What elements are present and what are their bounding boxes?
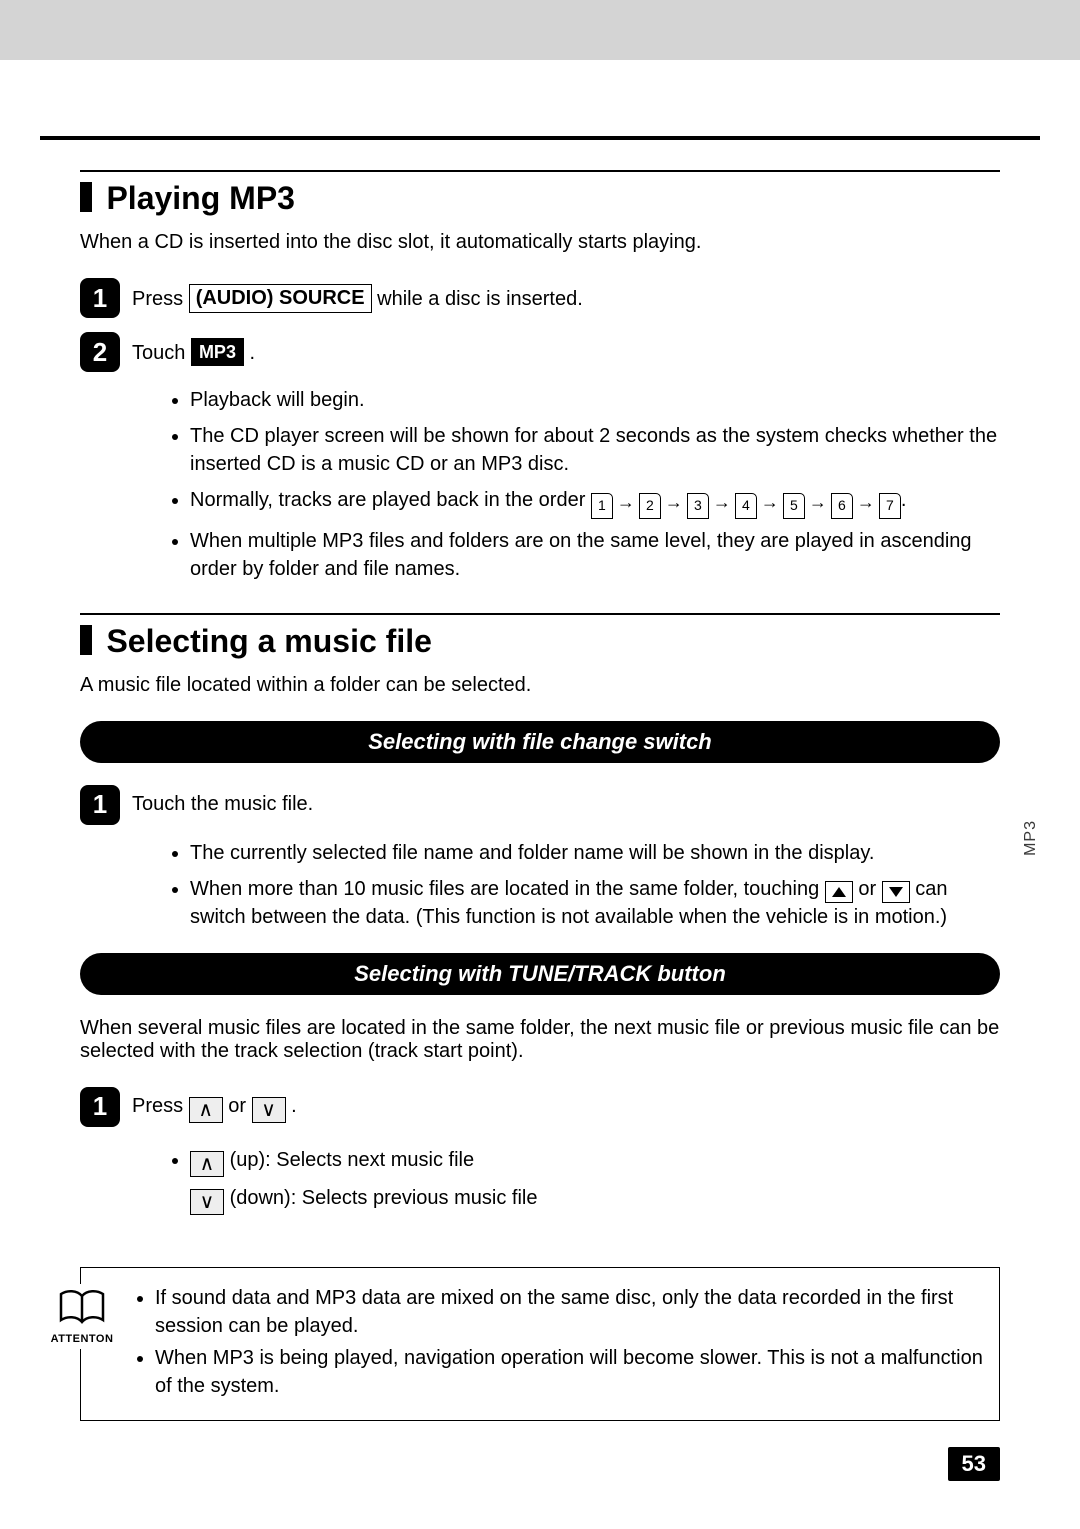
step-2-prefix: Touch bbox=[132, 342, 191, 364]
title-bar-icon bbox=[80, 182, 92, 212]
step-press-tune-body: Press ∧ or ∨ . bbox=[132, 1087, 297, 1124]
step-number-badge: 1 bbox=[80, 1087, 120, 1127]
attention-label: ATTENTON bbox=[47, 1333, 117, 1345]
up-triangle-icon bbox=[825, 881, 853, 903]
page-content: Playing MP3 When a CD is inserted into t… bbox=[0, 170, 1080, 1461]
title-bar-icon bbox=[80, 625, 92, 655]
press-suffix: . bbox=[291, 1095, 297, 1117]
tune-up-item: ∧ (up): Selects next music file bbox=[190, 1141, 1000, 1179]
step-1-prefix: Press bbox=[132, 288, 189, 310]
tune-down-item: ∨ (down): Selects previous music file bbox=[190, 1179, 1000, 1217]
section-1-title: Playing MP3 bbox=[106, 180, 295, 217]
bullet-switch-b: or bbox=[858, 878, 881, 900]
track-box-icon: 5 bbox=[783, 493, 805, 519]
press-prefix: Press bbox=[132, 1095, 189, 1117]
tune-down-text: (down): Selects previous music file bbox=[230, 1187, 538, 1209]
step-2: 2 Touch MP3 . bbox=[80, 332, 1000, 372]
bullet-switch: When more than 10 music files are locate… bbox=[190, 875, 1000, 931]
bullet-item: When multiple MP3 files and folders are … bbox=[190, 527, 1000, 583]
subsection-pill-1: Selecting with file change switch bbox=[80, 721, 1000, 763]
step-1-body: Press (AUDIO) SOURCE while a disc is ins… bbox=[132, 278, 583, 313]
tune-up-icon: ∧ bbox=[190, 1151, 224, 1177]
bullet-switch-a: When more than 10 music files are locate… bbox=[190, 878, 825, 900]
header-gray-bar bbox=[0, 0, 1080, 60]
attention-item: When MP3 is being played, navigation ope… bbox=[155, 1344, 983, 1400]
attention-content: If sound data and MP3 data are mixed on … bbox=[137, 1284, 983, 1404]
arrow-icon: → bbox=[809, 490, 827, 515]
step-number-badge: 2 bbox=[80, 332, 120, 372]
step-1: 1 Press (AUDIO) SOURCE while a disc is i… bbox=[80, 278, 1000, 318]
attention-box: ATTENTON If sound data and MP3 data are … bbox=[80, 1267, 1000, 1421]
page-number: 53 bbox=[948, 1447, 1000, 1481]
section-2-title-row: Selecting a music file bbox=[80, 623, 1000, 660]
step-1-suffix: while a disc is inserted. bbox=[377, 288, 583, 310]
down-triangle-icon bbox=[882, 881, 910, 903]
section-2-title: Selecting a music file bbox=[106, 623, 431, 660]
track-box-icon: 3 bbox=[687, 493, 709, 519]
step-number-badge: 1 bbox=[80, 278, 120, 318]
section-rule bbox=[80, 170, 1000, 172]
attention-icon-block: ATTENTON bbox=[47, 1284, 117, 1349]
header-rule bbox=[40, 136, 1040, 140]
audio-source-button: (AUDIO) SOURCE bbox=[189, 284, 372, 313]
tune-down-icon: ∨ bbox=[190, 1189, 224, 1215]
step-press-tune: 1 Press ∧ or ∨ . bbox=[80, 1087, 1000, 1127]
section-1-intro: When a CD is inserted into the disc slot… bbox=[80, 231, 1000, 254]
tune-up-icon: ∧ bbox=[189, 1097, 223, 1123]
arrow-icon: → bbox=[665, 490, 683, 515]
step-touch-file-body: Touch the music file. bbox=[132, 785, 313, 818]
track-box-icon: 1 bbox=[591, 493, 613, 519]
tune-up-text: (up): Selects next music file bbox=[230, 1149, 475, 1171]
tune-down-icon: ∨ bbox=[252, 1097, 286, 1123]
step-touch-file: 1 Touch the music file. bbox=[80, 785, 1000, 825]
press-mid: or bbox=[228, 1095, 251, 1117]
bullet-item: Playback will begin. bbox=[190, 386, 1000, 414]
track-box-icon: 6 bbox=[831, 493, 853, 519]
track-order-sequence: 1→2→3→4→5→6→7. bbox=[591, 489, 907, 511]
track-box-icon: 7 bbox=[879, 493, 901, 519]
tune-list: ∧ (up): Selects next music file ∨ (down)… bbox=[190, 1141, 1000, 1217]
mp3-button: MP3 bbox=[191, 338, 244, 366]
section-2-bullets-1: The currently selected file name and fol… bbox=[190, 839, 1000, 931]
arrow-icon: → bbox=[713, 490, 731, 515]
bullet-order-prefix: Normally, tracks are played back in the … bbox=[190, 489, 591, 511]
track-box-icon: 2 bbox=[639, 493, 661, 519]
subsection-pill-2: Selecting with TUNE/TRACK button bbox=[80, 953, 1000, 995]
step-2-body: Touch MP3 . bbox=[132, 332, 255, 367]
step-number-badge: 1 bbox=[80, 785, 120, 825]
attention-item: If sound data and MP3 data are mixed on … bbox=[155, 1284, 983, 1340]
arrow-icon: → bbox=[761, 490, 779, 515]
section-2-intro: A music file located within a folder can… bbox=[80, 674, 1000, 697]
step-2-suffix: . bbox=[250, 342, 256, 364]
arrow-icon: → bbox=[857, 490, 875, 515]
track-box-icon: 4 bbox=[735, 493, 757, 519]
bullet-item: The CD player screen will be shown for a… bbox=[190, 422, 1000, 478]
section-rule bbox=[80, 613, 1000, 615]
section-2-intro-2: When several music files are located in … bbox=[80, 1017, 1000, 1063]
bullet-item: The currently selected file name and fol… bbox=[190, 839, 1000, 867]
section-1-bullets: Playback will begin. The CD player scree… bbox=[190, 386, 1000, 583]
arrow-icon: → bbox=[617, 490, 635, 515]
section-1-title-row: Playing MP3 bbox=[80, 180, 1000, 217]
bullet-track-order: Normally, tracks are played back in the … bbox=[190, 486, 1000, 519]
book-icon bbox=[57, 1288, 107, 1328]
side-tab: MP3 bbox=[1022, 820, 1040, 856]
